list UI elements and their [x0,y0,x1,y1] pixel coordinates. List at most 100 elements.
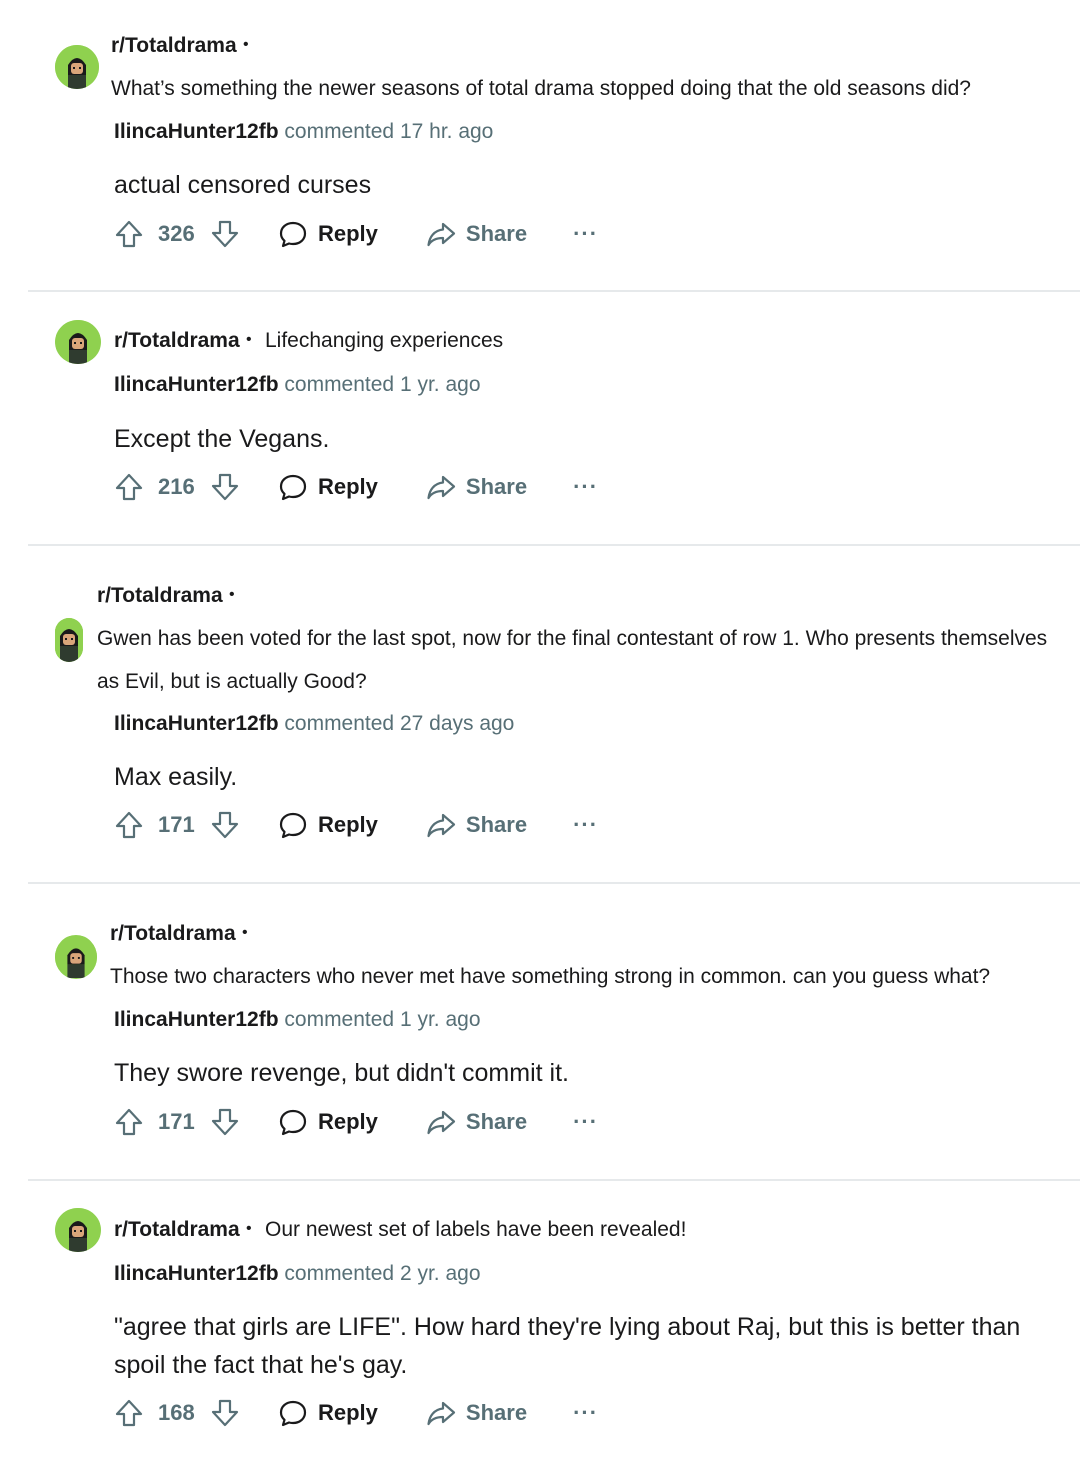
upvote-icon[interactable] [114,472,144,502]
upvote-icon[interactable] [114,219,144,249]
comment-actions: 168 Reply Share ··· [114,1393,598,1433]
share-button[interactable]: Share [426,472,527,502]
comment-meta: IlincaHunter12fb commented 17 hr. ago [114,120,493,144]
avatar-character-icon [55,618,83,662]
post-title[interactable]: Lifechanging experiences [265,329,503,353]
downvote-icon[interactable] [210,472,240,502]
downvote-icon[interactable] [210,1107,240,1137]
vote-score: 216 [158,474,195,499]
comment-actions: 171 Reply Share ··· [114,1102,598,1142]
subreddit-avatar[interactable] [55,45,99,89]
username[interactable]: IlincaHunter12fb [114,373,279,396]
comment-actions: 326 Reply Share ··· [114,214,598,254]
share-arrow-icon [427,813,456,838]
avatar-character-icon [56,320,100,364]
avatar-character-icon [55,936,97,978]
username[interactable]: IlincaHunter12fb [114,120,279,143]
more-options-icon[interactable]: ··· [573,221,598,247]
post-title[interactable]: Gwen has been voted for the last spot, n… [97,617,1072,703]
comment-meta: IlincaHunter12fb commented 2 yr. ago [114,1262,481,1286]
comment-card[interactable]: r/Totaldrama • Our newest set of labels … [0,1181,1080,1464]
share-button[interactable]: Share [426,1107,527,1137]
share-arrow-icon [427,475,456,500]
more-options-icon[interactable]: ··· [573,812,598,838]
more-options-icon[interactable]: ··· [573,1109,598,1135]
username[interactable]: IlincaHunter12fb [114,712,279,735]
comment-timestamp: commented 1 yr. ago [284,1008,481,1031]
upvote-icon[interactable] [114,1107,144,1137]
speech-bubble-icon [279,1109,307,1136]
reply-label: Reply [318,221,378,246]
downvote-icon[interactable] [210,219,240,249]
more-options-icon[interactable]: ··· [573,1400,598,1426]
separator-dot: • [246,1220,252,1237]
vote-score: 171 [158,1109,195,1134]
separator-dot: • [246,331,252,348]
username[interactable]: IlincaHunter12fb [114,1262,279,1285]
comment-card[interactable]: r/Totaldrama • Lifechanging experiences … [0,292,1080,545]
reply-button[interactable]: Reply [278,1107,378,1137]
comment-actions: 171 Reply Share ··· [114,805,598,845]
reply-label: Reply [318,474,378,499]
subreddit-name[interactable]: r/Totaldrama [110,922,236,946]
downvote-icon[interactable] [210,810,240,840]
separator-dot: • [243,36,249,53]
subreddit-name[interactable]: r/Totaldrama [114,1218,240,1242]
speech-bubble-icon [279,221,307,248]
vote-score: 168 [158,1400,195,1425]
share-button[interactable]: Share [426,810,527,840]
comment-card[interactable]: r/Totaldrama • Gwen has been voted for t… [0,546,1080,883]
downvote-icon[interactable] [210,1398,240,1428]
comment-body: Max easily. [114,763,238,791]
avatar-character-icon [55,45,99,89]
comment-body: actual censored curses [114,171,372,199]
speech-bubble-icon [279,812,307,839]
vote-score: 326 [158,221,195,246]
subreddit-avatar[interactable] [55,618,83,662]
post-title[interactable]: What’s something the newer seasons of to… [111,67,1061,110]
reply-label: Reply [318,1400,378,1425]
upvote-icon[interactable] [114,810,144,840]
share-button[interactable]: Share [426,1398,527,1428]
share-arrow-icon [427,1401,456,1426]
reply-button[interactable]: Reply [278,810,378,840]
comment-meta: IlincaHunter12fb commented 1 yr. ago [114,1008,481,1032]
comment-timestamp: commented 27 days ago [284,712,515,735]
reply-button[interactable]: Reply [278,472,378,502]
post-title[interactable]: Our newest set of labels have been revea… [265,1218,686,1242]
subreddit-avatar[interactable] [55,1208,101,1252]
comment-body: Except the Vegans. [114,425,330,453]
speech-bubble-icon [279,474,307,501]
separator-dot: • [229,586,235,603]
vote-score: 171 [158,812,195,837]
comment-meta: IlincaHunter12fb commented 27 days ago [114,712,514,736]
comment-body: They swore revenge, but didn't commit it… [114,1059,569,1087]
separator-dot: • [242,924,248,941]
share-button[interactable]: Share [426,219,527,249]
subreddit-avatar[interactable] [55,320,101,364]
share-label: Share [465,1400,528,1425]
comment-timestamp: commented 1 yr. ago [284,373,481,396]
share-arrow-icon [427,222,456,247]
upvote-icon[interactable] [114,1398,144,1428]
post-title[interactable]: Those two characters who never met have … [110,955,1065,998]
comment-timestamp: commented 2 yr. ago [284,1262,481,1285]
comment-card[interactable]: r/Totaldrama • What’s something the newe… [0,0,1080,292]
subreddit-avatar[interactable] [55,935,97,979]
username[interactable]: IlincaHunter12fb [114,1008,279,1031]
reply-button[interactable]: Reply [278,1398,378,1428]
share-label: Share [465,221,528,246]
comment-actions: 216 Reply Share ··· [114,467,598,507]
more-options-icon[interactable]: ··· [573,474,598,500]
comment-body: "agree that girls are LIFE". How hard th… [114,1313,1021,1379]
reply-label: Reply [318,812,378,837]
subreddit-name[interactable]: r/Totaldrama [111,34,237,58]
subreddit-name[interactable]: r/Totaldrama [97,584,223,608]
comment-card[interactable]: r/Totaldrama • Those two characters who … [0,884,1080,1180]
comment-timestamp: commented 17 hr. ago [284,120,494,143]
comment-meta: IlincaHunter12fb commented 1 yr. ago [114,373,481,397]
subreddit-name[interactable]: r/Totaldrama [114,329,240,353]
share-arrow-icon [427,1110,456,1135]
reply-label: Reply [318,1109,378,1134]
reply-button[interactable]: Reply [278,219,378,249]
